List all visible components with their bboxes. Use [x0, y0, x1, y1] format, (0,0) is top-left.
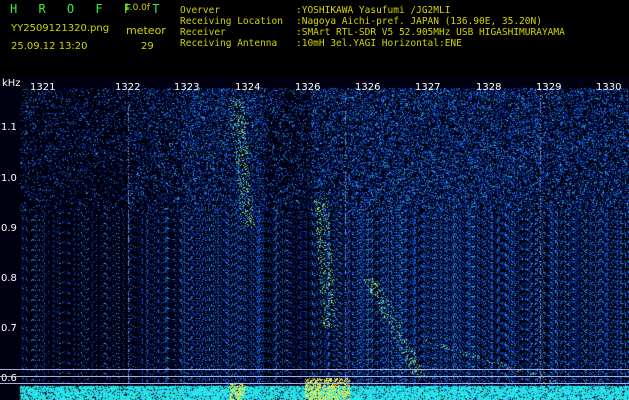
time-tick-label: 1330 [596, 82, 622, 93]
spectrogram-panel: kHz 1.1 1.0 0.9 0.8 0.7 0.6 1321 1322 13… [0, 78, 629, 400]
mode-label: meteor [126, 24, 166, 37]
y-tick-label: 0.9 [1, 223, 17, 234]
y-tick-label: 0.7 [1, 323, 17, 334]
time-tick-label: 1329 [536, 82, 562, 93]
time-tick-label: 1326 [355, 82, 381, 93]
detection-count: 29 [141, 41, 154, 52]
time-tick-label: 1321 [30, 82, 56, 93]
location-label: Receiving Location [180, 16, 283, 27]
time-tick-label: 1327 [415, 82, 441, 93]
observer-label: Overver [180, 5, 221, 16]
location-value: :Nagoya Aichi-pref. JAPAN (136.90E, 35.2… [296, 16, 542, 27]
receiver-value: :SMArt RTL-SDR V5 52.905MHz USB HIGASHIM… [296, 27, 565, 38]
time-tick-label: 1322 [115, 82, 141, 93]
time-tick-label: 1326 [295, 82, 321, 93]
receiver-label: Receiver [180, 27, 226, 38]
threshold-line [0, 383, 629, 384]
hroft-screen: H R O F F T 1.0.0f YY2509121320.png 25.0… [0, 0, 629, 400]
antenna-label: Receiving Antenna [180, 38, 278, 49]
time-tick-label: 1328 [476, 82, 502, 93]
y-unit-label: kHz [2, 78, 21, 89]
observer-value: :YOSHIKAWA Yasufumi /JG2MLI [296, 5, 451, 16]
y-tick-label: 1.1 [1, 122, 17, 133]
threshold-line [0, 376, 629, 377]
antenna-value: :10mH 3el.YAGI Horizontal:ENE [296, 38, 462, 49]
threshold-line [0, 369, 629, 370]
time-tick-label: 1323 [174, 82, 200, 93]
y-tick-label: 0.8 [1, 273, 17, 284]
y-tick-label: 1.0 [1, 173, 17, 184]
datetime-label: 25.09.12 13:20 [11, 41, 88, 52]
spectrogram-canvas [0, 78, 629, 400]
time-tick-label: 1324 [235, 82, 261, 93]
filename-label: YY2509121320.png [11, 23, 110, 34]
version-label: 1.0.0f [124, 3, 151, 13]
